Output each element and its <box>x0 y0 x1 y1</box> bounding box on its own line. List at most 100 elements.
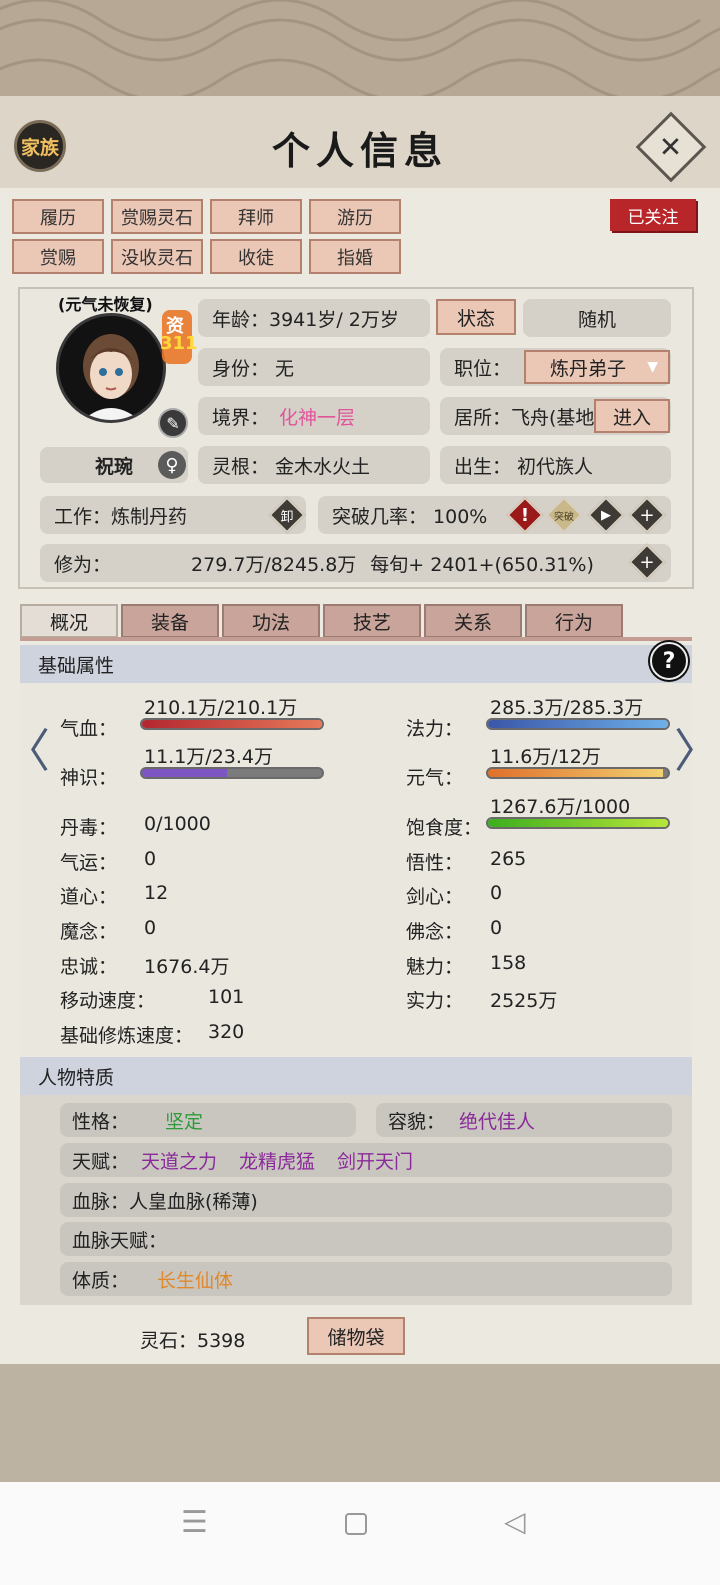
tab-underline <box>20 637 692 641</box>
stat-label: 佛念： <box>406 921 464 943</box>
cultivation-label: 修为： <box>54 553 112 576</box>
talent-item[interactable]: 天道之力 <box>141 1147 217 1174</box>
position-value: 炼丹弟子 <box>550 357 627 380</box>
stat-value: 0 <box>490 917 503 939</box>
tab-techniques[interactable]: 功法 <box>222 604 320 638</box>
position-dropdown[interactable]: 炼丹弟子 ▼ <box>524 350 670 384</box>
stat-value: 0 <box>490 882 503 904</box>
plus-icon: + <box>639 551 655 573</box>
stat-label: 悟性： <box>406 852 464 874</box>
enter-button[interactable]: 进入 <box>594 399 670 433</box>
stat-label: 剑心： <box>406 886 464 908</box>
section-title: 基础属性 <box>38 654 115 677</box>
travel-button[interactable]: 游历 <box>309 199 401 234</box>
vital-bar <box>486 767 670 779</box>
stat-value: 0 <box>144 917 157 939</box>
personality-value: 坚定 <box>165 1110 204 1133</box>
tab-equipment[interactable]: 装备 <box>121 604 219 638</box>
resume-button[interactable]: 履历 <box>12 199 104 234</box>
menu-icon[interactable]: ☰ <box>181 1505 208 1540</box>
mana-bar <box>486 718 670 730</box>
stat-label: 魅力： <box>406 956 464 978</box>
top-decorative-background <box>0 0 720 96</box>
work-field: 工作：炼制丹药 <box>40 496 306 534</box>
position-label: 职位： <box>454 357 512 380</box>
arrange-marriage-button[interactable]: 指婚 <box>309 239 401 274</box>
birth-field: 出生： 初代族人 <box>440 446 671 484</box>
avatar[interactable] <box>56 313 166 423</box>
home-icon[interactable] <box>345 1513 367 1535</box>
storage-bag-button[interactable]: 储物袋 <box>307 1317 405 1355</box>
stat-value: 12 <box>144 882 169 904</box>
hp-bar <box>140 718 324 730</box>
plus-icon: + <box>639 504 655 526</box>
status-note: (元气未恢复) <box>58 295 153 314</box>
stat-value: 0/1000 <box>144 813 211 835</box>
close-icon: ✕ <box>659 130 683 164</box>
bloodline-text: 血脉：人皇血脉(稀薄) <box>72 1190 258 1213</box>
basic-attributes-header: 基础属性 <box>20 645 692 683</box>
tab-behavior[interactable]: 行为 <box>525 604 623 638</box>
stat-label: 忠诚： <box>60 956 118 978</box>
physique-value: 长生仙体 <box>157 1269 234 1292</box>
looks-value: 绝代佳人 <box>459 1110 536 1133</box>
stat-label: 魔念： <box>60 921 118 943</box>
satiety-bar-fill <box>488 819 668 827</box>
spirit-stones-count: 灵石：5398 <box>140 1330 246 1352</box>
stat-label: 实力： <box>406 990 464 1012</box>
hp-value: 210.1万/210.1万 <box>144 697 298 719</box>
character-name: 祝琬 <box>94 455 133 478</box>
stat-value: 0 <box>144 848 157 870</box>
talent-label: 天赋： <box>72 1150 130 1173</box>
age-field: 年龄：3941岁/ 2万岁 <box>198 299 430 337</box>
take-disciple-button[interactable]: 收徒 <box>210 239 302 274</box>
edit-icon[interactable]: ✎ <box>158 408 188 438</box>
stat-label: 丹毒： <box>60 817 118 839</box>
identity-field: 身份： 无 <box>198 348 430 386</box>
hp-bar-fill <box>142 720 322 728</box>
realm-value: 化神一层 <box>279 406 356 429</box>
hp-label: 气血： <box>60 718 118 740</box>
followed-stamp-button[interactable]: 已关注 <box>610 199 696 231</box>
traits-header: 人物特质 <box>20 1057 692 1095</box>
spirit-root-field: 灵根： 金木水火土 <box>198 446 430 484</box>
sense-bar <box>140 767 324 779</box>
mana-label: 法力： <box>406 718 464 740</box>
vital-label: 元气： <box>406 767 464 789</box>
play-icon: ▶ <box>601 507 611 523</box>
talent-item[interactable]: 龙精虎猛 <box>239 1147 315 1174</box>
stat-value: 1676.4万 <box>144 956 230 978</box>
female-icon: ♀ <box>158 451 186 479</box>
looks-label: 容貌： <box>388 1110 446 1133</box>
tab-relations[interactable]: 关系 <box>424 604 522 638</box>
help-button[interactable]: ? <box>650 642 688 680</box>
physique-row: 体质： 长生仙体 <box>60 1262 672 1296</box>
prev-character-arrow[interactable]: 〈 <box>4 715 50 781</box>
random-button[interactable]: 随机 <box>523 299 671 337</box>
reward-button[interactable]: 赏赐 <box>12 239 104 274</box>
take-master-button[interactable]: 拜师 <box>210 199 302 234</box>
next-character-arrow[interactable]: 〉 <box>674 715 720 781</box>
tab-overview[interactable]: 概况 <box>20 604 118 638</box>
stat-label: 基础修炼速度： <box>60 1025 194 1047</box>
reward-stones-button[interactable]: 赏赐灵石 <box>111 199 203 234</box>
mana-value: 285.3万/285.3万 <box>490 697 644 719</box>
stat-value: 158 <box>490 952 527 974</box>
satiety-label: 饱食度： <box>406 817 483 839</box>
confiscate-stones-button[interactable]: 没收灵石 <box>111 239 203 274</box>
tab-skills[interactable]: 技艺 <box>323 604 421 638</box>
satiety-bar <box>486 817 670 829</box>
cultivation-value: 279.7万/8245.8万 <box>191 553 357 576</box>
cultivation-rate: 每旬+ 2401+(650.31%) <box>370 553 594 576</box>
sense-value: 11.1万/23.4万 <box>144 746 274 768</box>
stat-label: 道心： <box>60 886 118 908</box>
talent-item[interactable]: 剑开天门 <box>337 1147 413 1174</box>
state-button[interactable]: 状态 <box>436 299 516 335</box>
sense-label: 神识： <box>60 767 118 789</box>
stat-value: 265 <box>490 848 527 870</box>
personality-label: 性格： <box>72 1110 130 1133</box>
looks-row: 容貌： 绝代佳人 <box>376 1103 672 1137</box>
meditation-icon: 突破 <box>554 511 574 523</box>
back-icon[interactable]: ◁ <box>504 1505 526 1538</box>
talent-row: 天赋： 天道之力 龙精虎猛 剑开天门 <box>60 1143 672 1177</box>
